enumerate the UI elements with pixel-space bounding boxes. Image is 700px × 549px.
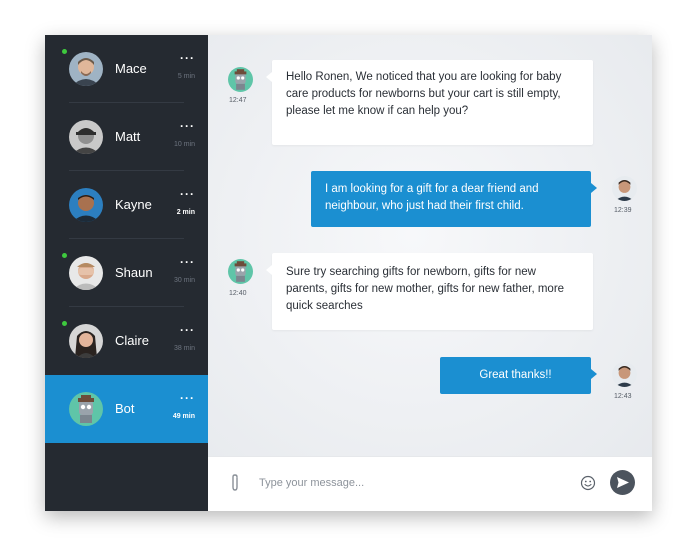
- incoming-message: Hello Ronen, We noticed that you are loo…: [266, 60, 593, 145]
- bot-avatar: [228, 67, 253, 92]
- mace-avatar: [69, 52, 103, 86]
- contact-claire[interactable]: Claire ··· 38 min: [45, 307, 208, 375]
- contact-matt[interactable]: Matt ··· 10 min: [45, 103, 208, 171]
- last-seen-time: 38 min: [173, 345, 195, 352]
- smiley-icon[interactable]: [580, 475, 596, 491]
- bubble-tail: [266, 72, 272, 82]
- message-time: 12:43: [614, 393, 632, 400]
- outgoing-message: Great thanks!!: [440, 357, 597, 394]
- bot-avatar: [69, 392, 103, 426]
- bubble-tail: [591, 183, 597, 193]
- kayne-avatar: [69, 188, 103, 222]
- message-time: 12:40: [229, 290, 247, 297]
- outgoing-message: I am looking for a gift for a dear frien…: [311, 171, 597, 227]
- last-seen-time: 10 min: [173, 141, 195, 148]
- chat-app-window: Mace ··· 5 min Matt ··· 10 min Kayne ···…: [45, 35, 652, 511]
- message-time: 12:39: [614, 207, 632, 214]
- conversation-panel: 12:47 Hello Ronen, We noticed that you a…: [208, 35, 652, 511]
- online-indicator: [62, 49, 67, 54]
- more-options-icon[interactable]: ···: [180, 187, 195, 201]
- contact-name: Mace: [115, 61, 147, 76]
- contact-name: Bot: [115, 401, 135, 416]
- last-seen-time: 2 min: [176, 209, 195, 216]
- contact-shaun[interactable]: Shaun ··· 30 min: [45, 239, 208, 307]
- bot-avatar: [228, 259, 253, 284]
- contact-mace[interactable]: Mace ··· 5 min: [45, 35, 208, 103]
- more-options-icon[interactable]: ···: [180, 255, 195, 269]
- message-composer: [208, 456, 652, 511]
- contact-name: Kayne: [115, 197, 152, 212]
- online-indicator: [62, 253, 67, 258]
- last-seen-time: 49 min: [172, 413, 195, 420]
- claire-avatar: [69, 324, 103, 358]
- last-seen-time: 30 min: [173, 277, 195, 284]
- message-time: 12:47: [229, 97, 247, 104]
- user-avatar: [612, 362, 637, 387]
- message-text: Great thanks!!: [479, 369, 552, 381]
- send-icon: [617, 477, 629, 488]
- more-options-icon[interactable]: ···: [180, 391, 195, 405]
- contact-bot[interactable]: Bot ··· 49 min: [45, 375, 208, 443]
- more-options-icon[interactable]: ···: [180, 119, 195, 133]
- contact-name: Claire: [115, 333, 149, 348]
- contacts-sidebar: Mace ··· 5 min Matt ··· 10 min Kayne ···…: [45, 35, 208, 511]
- online-indicator: [62, 321, 67, 326]
- paperclip-icon[interactable]: [228, 473, 242, 493]
- message-input[interactable]: [259, 472, 559, 494]
- message-text: Hello Ronen, We noticed that you are loo…: [286, 71, 562, 117]
- bubble-tail: [591, 369, 597, 379]
- contact-kayne[interactable]: Kayne ··· 2 min: [45, 171, 208, 239]
- last-seen-time: 5 min: [177, 73, 195, 80]
- incoming-message: Sure try searching gifts for newborn, gi…: [266, 253, 593, 330]
- bubble-tail: [266, 265, 272, 275]
- user-avatar: [612, 176, 637, 201]
- contact-name: Shaun: [115, 265, 153, 280]
- send-button[interactable]: [610, 470, 635, 495]
- contact-name: Matt: [115, 129, 141, 144]
- matt-avatar: [69, 120, 103, 154]
- message-text: I am looking for a gift for a dear frien…: [325, 183, 539, 212]
- shaun-avatar: [69, 256, 103, 290]
- more-options-icon[interactable]: ···: [180, 323, 195, 337]
- more-options-icon[interactable]: ···: [180, 51, 195, 65]
- message-text: Sure try searching gifts for newborn, gi…: [286, 266, 565, 312]
